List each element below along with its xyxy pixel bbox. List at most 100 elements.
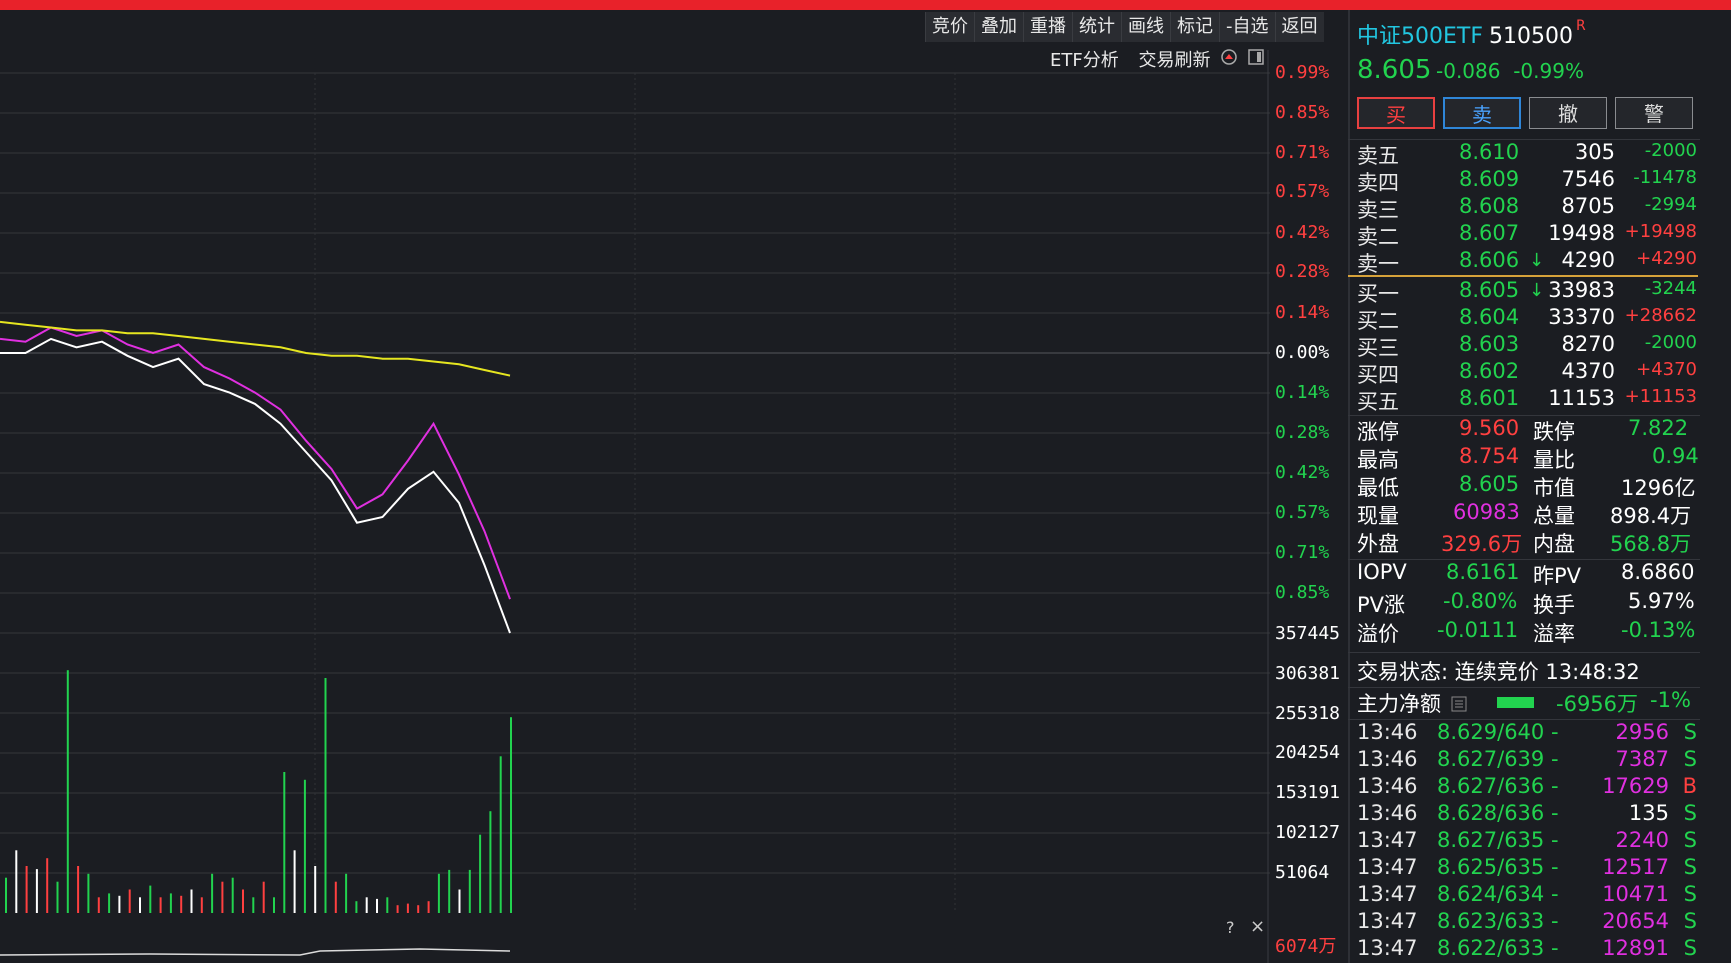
stat-label: 最低 <box>1357 476 1399 500</box>
volume-bar <box>324 678 327 913</box>
volume-bar <box>510 717 512 913</box>
axis-label: 102127 <box>1275 822 1341 843</box>
tick-row[interactable]: 13:47 8.623/633 - 20654 S <box>1357 909 1697 936</box>
tick-volume: 17629 <box>1602 774 1669 798</box>
high-value: 8.754 <box>1459 444 1520 468</box>
tick-price: 8.623/633 - <box>1437 909 1559 933</box>
volume-bar <box>108 893 111 913</box>
bid-label: 买五 <box>1357 390 1399 414</box>
volume-bar <box>365 897 368 913</box>
volume-bar <box>468 869 471 913</box>
volume-bar <box>314 866 317 913</box>
trade-refresh-link[interactable]: 交易刷新 <box>1138 50 1210 71</box>
tick-price: 8.629/640 - <box>1437 720 1559 744</box>
stat-label: IOPV <box>1357 560 1407 584</box>
ask-price: 8.607 <box>1459 221 1520 245</box>
volume-bar <box>406 903 409 913</box>
tick-price: 8.627/635 - <box>1437 828 1559 852</box>
trade-status: 交易状态: 连续竞价 13:48:32 <box>1357 660 1640 684</box>
stat-label: 总量 <box>1533 504 1575 528</box>
etf-analysis-link[interactable]: ETF分析 <box>1050 50 1119 71</box>
tick-side: S <box>1683 882 1697 906</box>
volume-bar <box>35 869 38 913</box>
ask-diff: +19498 <box>1624 221 1697 242</box>
tick-row[interactable]: 13:46 8.627/636 - 17629 B <box>1357 774 1697 801</box>
tick-row[interactable]: 13:47 8.624/634 - 10471 S <box>1357 882 1697 909</box>
ask-volume: 305 <box>1574 140 1615 164</box>
divider <box>1348 652 1700 653</box>
tick-side: S <box>1683 747 1697 771</box>
r-badge: R <box>1575 18 1586 34</box>
ask-diff: -2994 <box>1644 194 1697 215</box>
bid-row[interactable]: 买三 8.603 8270 -2000 <box>1357 332 1697 360</box>
axis-label: 306381 <box>1275 663 1341 684</box>
intraday-chart[interactable] <box>0 10 1270 963</box>
buy-button[interactable]: 买 <box>1357 97 1435 129</box>
ask-row[interactable]: 卖一 8.606 ↓ 4290 +4290 <box>1357 248 1697 276</box>
axis-label: 255318 <box>1275 703 1341 724</box>
tick-time: 13:47 <box>1357 882 1418 906</box>
axis-label: 0.14% <box>1275 382 1330 403</box>
ask-row[interactable]: 卖四 8.609 7546 -11478 <box>1357 167 1697 195</box>
current-volume-value: 60983 <box>1453 500 1520 524</box>
toolbar-watchlist[interactable]: -自选 <box>1219 12 1275 42</box>
volume-bar <box>87 873 90 913</box>
axis-label: 0.71% <box>1275 142 1330 163</box>
help-icon[interactable]: ? <box>1226 918 1235 937</box>
volume-bar <box>242 889 244 913</box>
main-flow-pct: -1% <box>1650 688 1691 712</box>
tick-row[interactable]: 13:46 8.627/639 - 7387 S <box>1357 747 1697 774</box>
security-title: 中证500ETF 510500 R <box>1357 18 1586 50</box>
premium-rate-value: -0.13% <box>1621 618 1696 642</box>
sell-button[interactable]: 卖 <box>1443 97 1521 129</box>
toolbar-replay[interactable]: 重播 <box>1023 12 1072 42</box>
bid-label: 买一 <box>1357 282 1399 306</box>
ask-volume: 8705 <box>1561 194 1615 218</box>
ask-label: 卖二 <box>1357 225 1399 249</box>
bid-row[interactable]: 买五 8.601 11153 +11153 <box>1357 386 1697 414</box>
bid-price: 8.605 <box>1459 278 1520 302</box>
ask-price: 8.606 <box>1459 248 1520 272</box>
tick-price: 8.627/636 - <box>1437 774 1559 798</box>
ask-label: 卖一 <box>1357 252 1399 276</box>
toolbar-stats[interactable]: 统计 <box>1072 12 1121 42</box>
tick-price: 8.624/634 - <box>1437 882 1559 906</box>
list-icon[interactable] <box>1451 696 1467 712</box>
close-icon[interactable]: × <box>1250 916 1265 937</box>
stat-label: 涨停 <box>1357 420 1399 444</box>
volume-bar <box>417 905 420 913</box>
toolbar-mark[interactable]: 标记 <box>1170 12 1219 42</box>
bid-row[interactable]: 买一 8.605 ↓ 33983 -3244 <box>1357 278 1697 306</box>
toolbar-overlay[interactable]: 叠加 <box>974 12 1023 42</box>
ask-row[interactable]: 卖三 8.608 8705 -2994 <box>1357 194 1697 222</box>
bid-price: 8.603 <box>1459 332 1520 356</box>
tick-row[interactable]: 13:46 8.628/636 - 135 S <box>1357 801 1697 828</box>
toolbar-draw[interactable]: 画线 <box>1121 12 1170 42</box>
last-price: 8.605 <box>1357 55 1432 85</box>
ask-volume: 4290 <box>1561 248 1615 272</box>
cancel-button[interactable]: 撤 <box>1529 97 1607 129</box>
ask-row[interactable]: 卖二 8.607 19498 +19498 <box>1357 221 1697 249</box>
tick-time: 13:47 <box>1357 855 1418 879</box>
bid-row[interactable]: 买二 8.604 33370 +28662 <box>1357 305 1697 333</box>
toolbar-auction[interactable]: 竞价 <box>925 12 974 42</box>
expand-icon[interactable] <box>1220 48 1238 66</box>
tick-time: 13:46 <box>1357 720 1418 744</box>
toolbar-back[interactable]: 返回 <box>1274 12 1324 42</box>
alert-button[interactable]: 警 <box>1615 97 1693 129</box>
bid-label: 买三 <box>1357 336 1399 360</box>
panel-toggle-icon[interactable] <box>1247 48 1265 66</box>
tick-price: 8.628/636 - <box>1437 801 1559 825</box>
tick-row[interactable]: 13:47 8.625/635 - 12517 S <box>1357 855 1697 882</box>
bid-row[interactable]: 买四 8.602 4370 +4370 <box>1357 359 1697 387</box>
tick-row[interactable]: 13:47 8.622/633 - 12891 S <box>1357 936 1697 963</box>
ask-row[interactable]: 卖五 8.610 305 -2000 <box>1357 140 1697 168</box>
tick-row[interactable]: 13:47 8.627/635 - 2240 S <box>1357 828 1697 855</box>
volume-bar <box>159 897 162 913</box>
volume-bar <box>458 889 461 913</box>
volume-bar <box>231 877 234 913</box>
change-value: -0.086 <box>1436 59 1501 83</box>
tick-row[interactable]: 13:46 8.629/640 - 2956 S <box>1357 720 1697 747</box>
volume-bar <box>221 881 224 913</box>
tick-volume: 12891 <box>1602 936 1669 960</box>
